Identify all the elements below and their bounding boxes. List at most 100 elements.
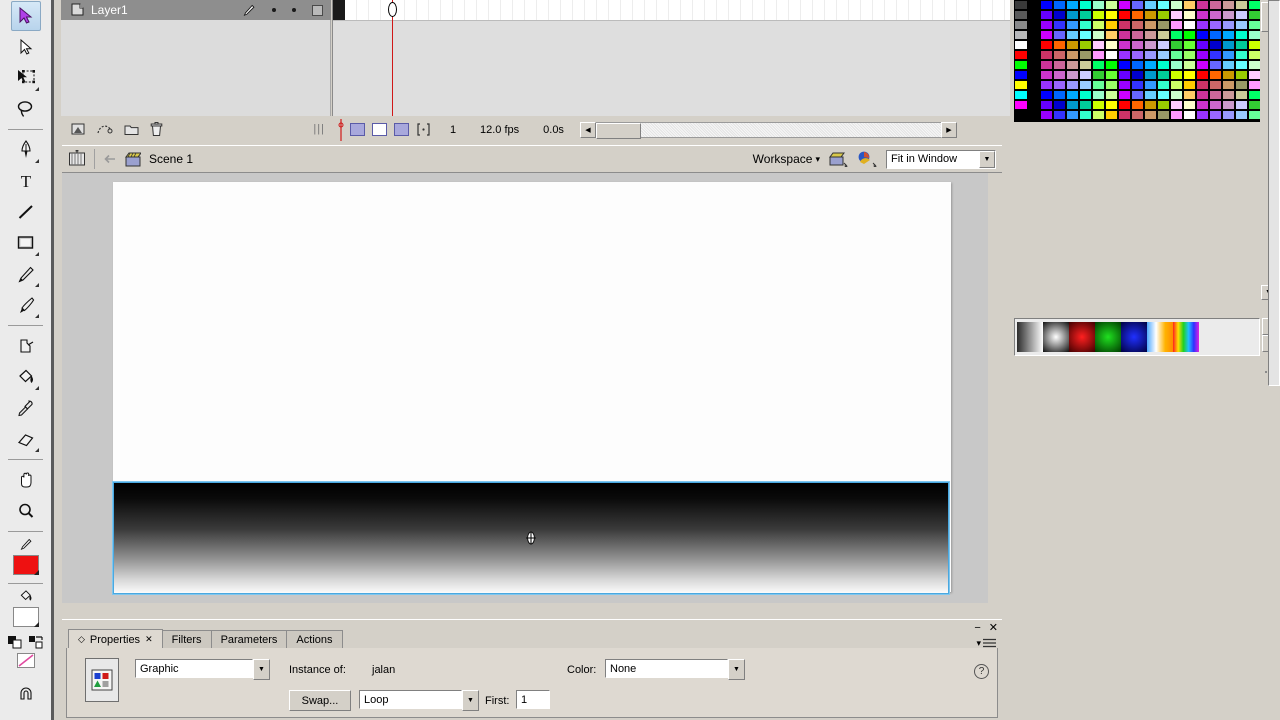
color-swatch[interactable] [1105,30,1118,40]
color-swatch[interactable] [1131,40,1144,50]
color-swatch[interactable] [1157,20,1170,30]
chevron-down-icon[interactable]: ▼ [728,659,745,680]
color-swatch[interactable] [1105,50,1118,60]
application-vertical-scrollbar[interactable] [1268,0,1280,386]
color-swatch[interactable] [1235,80,1248,90]
color-swatch[interactable] [1209,30,1222,40]
color-swatch[interactable] [1235,110,1248,120]
ink-bottle-tool[interactable] [11,331,41,361]
color-swatch[interactable] [1144,40,1157,50]
color-swatches-panel[interactable] [1014,0,1262,122]
color-swatch[interactable] [1105,90,1118,100]
color-swatch[interactable] [1079,60,1092,70]
selection-tool[interactable] [10,1,41,31]
color-swatch[interactable] [1040,40,1053,50]
color-swatch[interactable] [1183,50,1196,60]
timeline-horizontal-scrollbar[interactable]: ◀ ▶ [579,121,957,139]
color-swatch[interactable] [1131,20,1144,30]
color-swatch[interactable] [1183,90,1196,100]
chevron-down-icon[interactable]: ▼ [253,659,270,680]
color-swatch[interactable] [1157,70,1170,80]
color-swatch[interactable] [1196,40,1209,50]
color-swatch[interactable] [1157,100,1170,110]
color-swatch[interactable] [1144,10,1157,20]
onion-skin-outlines-button[interactable] [390,121,412,139]
gradient-swatch-white-radial[interactable] [1043,322,1069,352]
color-swatch[interactable] [1157,50,1170,60]
color-swatch[interactable] [1196,20,1209,30]
pen-tool[interactable] [11,135,41,165]
color-swatch[interactable] [1144,100,1157,110]
color-swatch[interactable] [1092,70,1105,80]
insert-layer-icon[interactable] [71,122,86,136]
color-swatch[interactable] [1053,30,1066,40]
color-swatch[interactable] [1014,100,1028,110]
color-swatch[interactable] [1014,50,1028,60]
scroll-left-button[interactable]: ◀ [579,121,596,138]
color-swatch[interactable] [1157,90,1170,100]
chevron-down-icon[interactable]: ▼ [462,690,479,711]
color-swatch[interactable] [1079,10,1092,20]
color-swatch[interactable] [1092,30,1105,40]
color-swatch[interactable] [1066,30,1079,40]
frame-ruler[interactable] [333,0,1042,20]
color-swatch[interactable] [1092,20,1105,30]
edit-symbols-icon[interactable] [856,150,878,168]
color-swatch[interactable] [1183,60,1196,70]
color-swatch[interactable] [1170,80,1183,90]
color-swatch[interactable] [1105,110,1118,120]
gradient-swatch-red-radial[interactable] [1069,322,1095,352]
stroke-color-swatch[interactable] [12,555,39,575]
color-swatch[interactable] [1170,50,1183,60]
color-swatch[interactable] [1209,50,1222,60]
color-swatch[interactable] [1157,60,1170,70]
color-swatch[interactable] [1040,0,1053,10]
color-swatch[interactable] [1131,60,1144,70]
layer-visibility-toggle[interactable] [272,8,276,12]
color-swatch[interactable] [1053,20,1066,30]
color-swatch[interactable] [1222,60,1235,70]
color-swatch[interactable] [1235,70,1248,80]
color-swatch[interactable] [1144,80,1157,90]
color-swatch[interactable] [1014,60,1028,70]
color-swatch[interactable] [1196,80,1209,90]
color-swatch[interactable] [1066,80,1079,90]
color-swatch[interactable] [1222,20,1235,30]
color-swatch[interactable] [1170,90,1183,100]
color-swatch[interactable] [1027,110,1040,120]
color-swatch[interactable] [1079,70,1092,80]
color-swatch[interactable] [1235,0,1248,10]
color-swatch[interactable] [1222,100,1235,110]
stage-area[interactable] [62,173,1002,617]
no-color-icon[interactable] [16,653,35,668]
color-swatch[interactable] [1170,10,1183,20]
color-swatch[interactable] [1027,0,1040,10]
color-swatch[interactable] [1105,10,1118,20]
color-swatch[interactable] [1209,20,1222,30]
color-swatch[interactable] [1053,60,1066,70]
scroll-track[interactable] [595,121,941,139]
back-arrow-icon[interactable] [103,152,117,166]
color-swatch[interactable] [1079,80,1092,90]
timeline-resize-grip[interactable]: ||| [313,123,331,135]
color-swatch[interactable] [1027,50,1040,60]
color-swatch[interactable] [1040,80,1053,90]
color-swatch[interactable] [1131,30,1144,40]
color-swatch[interactable] [1170,110,1183,120]
color-swatch[interactable] [1222,0,1235,10]
color-swatch[interactable] [1183,20,1196,30]
color-swatch[interactable] [1014,0,1028,10]
color-swatch[interactable] [1079,30,1092,40]
color-swatch[interactable] [1092,60,1105,70]
color-swatch[interactable] [1118,60,1131,70]
color-swatch[interactable] [1183,40,1196,50]
color-swatch[interactable] [1092,50,1105,60]
gradient-swatch-blue-orange-linear[interactable] [1147,322,1173,352]
color-swatch[interactable] [1196,30,1209,40]
color-swatch[interactable] [1118,40,1131,50]
color-swatch[interactable] [1170,30,1183,40]
color-swatch[interactable] [1157,30,1170,40]
color-swatch[interactable] [1027,100,1040,110]
color-swatch[interactable] [1196,10,1209,20]
color-swatch[interactable] [1131,50,1144,60]
